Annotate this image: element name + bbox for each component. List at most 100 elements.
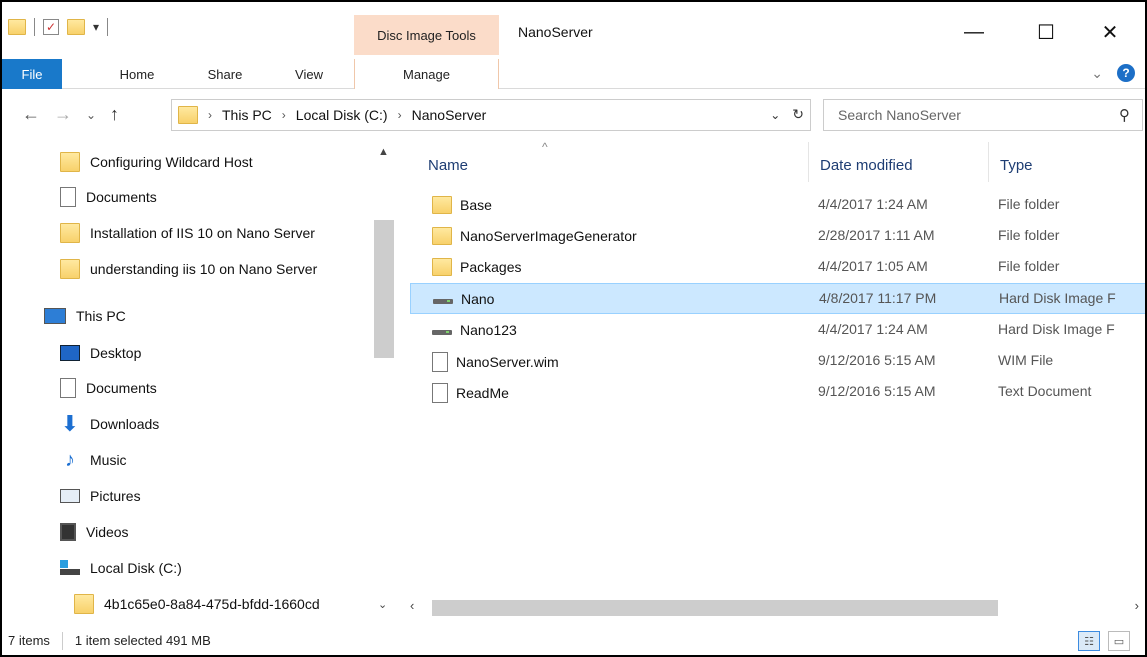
nav-item-pictures[interactable]: Pictures: [60, 480, 141, 512]
disk-image-icon: [432, 321, 452, 339]
context-tab-label: Disc Image Tools: [354, 15, 499, 55]
breadcrumb-nanoserver[interactable]: NanoServer: [412, 107, 487, 123]
scroll-down-icon[interactable]: ⌄: [378, 598, 387, 611]
breadcrumb-local-disk[interactable]: Local Disk (C:): [296, 107, 388, 123]
properties-check-icon[interactable]: ✓: [43, 19, 59, 35]
file-date: 2/28/2017 1:11 AM: [818, 227, 935, 243]
file-row-readme[interactable]: ReadMe 9/12/2016 5:15 AM Text Document: [410, 377, 1145, 408]
nav-item-configuring-wildcard-host[interactable]: Configuring Wildcard Host: [60, 146, 253, 178]
minimize-button[interactable]: —: [946, 12, 1002, 52]
large-icons-view-icon[interactable]: ▭: [1108, 631, 1130, 651]
file-name-label: NanoServerImageGenerator: [460, 228, 637, 244]
file-row-nano123[interactable]: Nano123 4/4/2017 1:24 AM Hard Disk Image…: [410, 315, 1145, 346]
nav-item-label: Downloads: [90, 416, 160, 432]
nav-item-label: This PC: [76, 308, 126, 324]
column-name-header[interactable]: Name: [402, 150, 808, 180]
document-icon: [60, 187, 76, 207]
window-title: NanoServer: [518, 24, 593, 40]
nav-item-local-disk[interactable]: Local Disk (C:): [60, 552, 182, 584]
chevron-right-icon[interactable]: ›: [398, 108, 402, 122]
disk-image-icon: [433, 290, 453, 308]
breadcrumb-this-pc[interactable]: This PC: [222, 107, 272, 123]
folder-icon: [60, 223, 80, 243]
search-icon[interactable]: ⚲: [1119, 106, 1130, 124]
nav-item-documents-quick[interactable]: Documents: [60, 181, 157, 213]
file-name-label: Base: [460, 197, 492, 213]
nav-scrollbar[interactable]: ▲ ⌄: [370, 140, 400, 624]
customize-toolbar-icon[interactable]: ▾: [93, 20, 99, 34]
selection-info: 1 item selected 491 MB: [74, 633, 211, 648]
nav-item-downloads[interactable]: ⬇ Downloads: [60, 408, 159, 440]
file-type: File folder: [998, 258, 1060, 274]
chevron-right-icon[interactable]: ›: [208, 108, 212, 122]
nav-item-videos[interactable]: Videos: [60, 516, 129, 548]
file-explorer-window: ✓ ▾ Disc Image Tools NanoServer — ☐ ✕ Fi…: [0, 0, 1147, 657]
nav-item-understanding-iis[interactable]: understanding iis 10 on Nano Server: [60, 253, 317, 285]
address-bar[interactable]: › This PC › Local Disk (C:) › NanoServer…: [171, 99, 811, 131]
file-row-base[interactable]: Base 4/4/2017 1:24 AM File folder: [410, 190, 1145, 221]
file-row-nanoserver-wim[interactable]: NanoServer.wim 9/12/2016 5:15 AM WIM Fil…: [410, 346, 1145, 377]
search-input[interactable]: Search NanoServer ⚲: [823, 99, 1143, 131]
up-arrow-icon[interactable]: ↑: [110, 104, 119, 125]
column-type-header[interactable]: Type: [974, 150, 1145, 180]
scroll-left-icon[interactable]: ‹: [410, 598, 414, 613]
chevron-right-icon[interactable]: ›: [282, 108, 286, 122]
new-folder-icon[interactable]: [67, 19, 85, 35]
scroll-thumb[interactable]: [374, 220, 394, 358]
nav-item-this-pc[interactable]: This PC: [44, 300, 126, 332]
videos-icon: [60, 523, 76, 541]
tab-view[interactable]: View: [274, 59, 344, 89]
forward-arrow-icon[interactable]: →: [54, 104, 72, 125]
tab-home[interactable]: Home: [102, 59, 172, 89]
column-date-header[interactable]: Date modified: [794, 150, 984, 180]
separator: [61, 631, 63, 650]
details-view-icon[interactable]: ☷: [1078, 631, 1100, 651]
nav-item-guid-folder[interactable]: 4b1c65e0-8a84-475d-bfdd-1660cd: [74, 588, 320, 620]
tab-manage[interactable]: Manage: [354, 59, 499, 89]
scroll-up-icon[interactable]: ▲: [378, 146, 389, 158]
horizontal-scrollbar[interactable]: ‹ ›: [402, 594, 1145, 620]
file-date: 4/4/2017 1:05 AM: [818, 258, 928, 274]
file-type: Hard Disk Image F: [998, 321, 1115, 337]
quick-access-toolbar: ✓ ▾: [8, 12, 109, 42]
navigation-bar: ← → ⌄ ↑ › This PC › Local Disk (C:) › Na…: [2, 94, 1145, 136]
nav-item-label: understanding iis 10 on Nano Server: [90, 261, 318, 277]
address-dropdown-icon[interactable]: ⌄: [770, 108, 780, 122]
back-arrow-icon[interactable]: ←: [22, 104, 40, 125]
tab-share[interactable]: Share: [190, 59, 260, 89]
file-name: ReadMe: [432, 383, 509, 403]
file-name: NanoServerImageGenerator: [432, 227, 637, 245]
file-row-nano-selected[interactable]: Nano 4/8/2017 11:17 PM Hard Disk Image F: [410, 283, 1145, 314]
nav-item-desktop[interactable]: Desktop: [60, 337, 141, 369]
file-list-pane: ^ Name Date modified Type Base 4/4/2017 …: [402, 140, 1145, 624]
file-row-packages[interactable]: Packages 4/4/2017 1:05 AM File folder: [410, 252, 1145, 283]
file-name-label: ReadMe: [456, 385, 509, 401]
nav-item-installation-iis[interactable]: Installation of IIS 10 on Nano Server: [60, 217, 315, 249]
separator: [34, 18, 35, 36]
nav-item-label: 4b1c65e0-8a84-475d-bfdd-1660cd: [104, 596, 320, 612]
nav-item-label: Music: [90, 452, 127, 468]
file-icon: [432, 352, 448, 372]
local-disk-icon: [60, 558, 80, 578]
help-icon[interactable]: ?: [1117, 64, 1135, 82]
item-count: 7 items: [8, 633, 50, 648]
file-date: 4/8/2017 11:17 PM: [819, 290, 937, 306]
scroll-right-icon[interactable]: ›: [1135, 598, 1139, 613]
close-button[interactable]: ✕: [1082, 12, 1138, 52]
folder-icon[interactable]: [8, 19, 26, 35]
file-row-nanoserverimagegenerator[interactable]: NanoServerImageGenerator 2/28/2017 1:11 …: [410, 221, 1145, 252]
file-type: Text Document: [998, 383, 1092, 399]
nav-item-documents[interactable]: Documents: [60, 372, 157, 404]
maximize-button[interactable]: ☐: [1018, 12, 1074, 52]
tab-file[interactable]: File: [2, 59, 62, 89]
nav-item-label: Configuring Wildcard Host: [90, 154, 253, 170]
nav-item-music[interactable]: ♪ Music: [60, 444, 127, 476]
nav-item-label: Documents: [86, 380, 157, 396]
recent-locations-icon[interactable]: ⌄: [86, 108, 96, 122]
address-actions: ⌄ ↻: [770, 106, 804, 123]
navigation-pane: Configuring Wildcard Host Documents Inst…: [2, 140, 402, 624]
ribbon-expand-icon[interactable]: ⌄: [1091, 65, 1103, 82]
refresh-icon[interactable]: ↻: [792, 106, 804, 123]
scroll-thumb[interactable]: [432, 600, 998, 616]
file-name: Nano: [433, 290, 494, 308]
